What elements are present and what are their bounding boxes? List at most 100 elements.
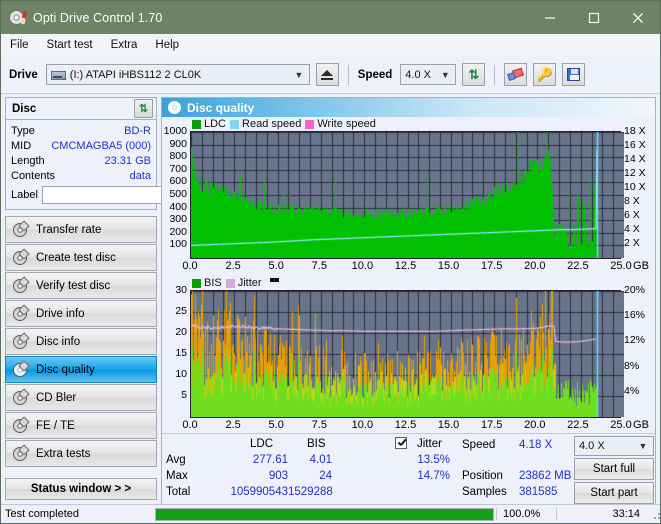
y2-tick-label: 18 X <box>624 125 646 137</box>
window-title: Opti Drive Control 1.70 <box>33 10 163 25</box>
y-tick-label: 5 <box>181 389 187 401</box>
disc-refresh-button[interactable]: ⇅ <box>134 99 153 118</box>
start-full-button[interactable]: Start full <box>574 458 654 480</box>
x-tick-label: 17.5 <box>480 260 503 272</box>
disc-icon <box>168 101 181 114</box>
legend-label: Write speed <box>317 118 376 130</box>
disc-icon <box>13 334 27 349</box>
disc-row-value: data <box>129 169 151 182</box>
top-chart-y-axis: 100 200 300 400 500 600 700 800 900 1000 <box>162 125 190 259</box>
bottom-chart-legend: BIS Jitter <box>162 276 655 290</box>
disc-icon <box>13 278 27 293</box>
x-tick-label: 22.5 <box>567 419 589 431</box>
x-tick-label: 20.0 <box>524 260 546 272</box>
disc-icon <box>13 390 27 405</box>
x-tick-label: 0.0 <box>182 419 198 431</box>
x-tick-label: 5.0 <box>268 260 284 272</box>
key-button[interactable]: 🔑 <box>533 63 557 86</box>
chevron-down-icon: ▼ <box>440 69 450 80</box>
save-button[interactable] <box>562 63 586 86</box>
sidebar-item-disc-info[interactable]: Disc info <box>5 328 157 355</box>
x-tick-label: 2.5 <box>225 260 241 272</box>
x-tick-label: 7.5 <box>311 419 327 431</box>
disc-icon <box>13 418 27 433</box>
disc-info-rows: Type BD-R MID CMCMAGBA5 (000) Length 23.… <box>6 120 245 209</box>
disc-label-row: Label <box>11 185 245 205</box>
bottom-chart-x-axis: 0.0 2.5 5.0 7.5 10.0 12.5 15.0 17.5 20.0 22.5 25.0… <box>162 418 655 433</box>
x-tick-label: 12.5 <box>394 419 417 431</box>
disc-panel-title: Disc <box>12 102 37 115</box>
legend-item-jitter: Jitter <box>225 277 262 289</box>
x-tick-label: 10.0 <box>351 419 374 431</box>
x-axis-unit: GB <box>633 260 649 272</box>
bottom-chart: BIS Jitter 5 10 15 20 25 30 4% 8% 12% 16% 20% 0.0… <box>162 276 655 433</box>
toolbar-divider-1 <box>347 64 349 85</box>
status-window-button[interactable]: Status window > > <box>5 478 157 500</box>
drive-select-value: (I:) ATAPI iHBS112 2 CL0K <box>69 68 202 81</box>
menu-file[interactable]: File <box>10 37 39 53</box>
y-tick-label: 1000 <box>163 125 187 137</box>
y2-tick-label: 4% <box>624 384 640 397</box>
x-tick-label: 15.0 <box>437 260 460 272</box>
disc-row-value: CMCMAGBA5 (000) <box>51 139 151 152</box>
y-tick-label: 400 <box>169 200 187 213</box>
menu-start-test[interactable]: Start test <box>47 37 103 53</box>
resize-grip-icon[interactable] <box>648 507 660 521</box>
minimize-icon[interactable] <box>528 1 572 34</box>
disc-icon <box>13 362 27 377</box>
menu-help[interactable]: Help <box>155 37 189 53</box>
start-part-button[interactable]: Start part <box>574 482 654 504</box>
sidebar-item-fe-te[interactable]: FE / TE <box>5 412 157 439</box>
close-icon[interactable] <box>616 1 660 34</box>
sidebar-item-label: FE / TE <box>36 419 75 432</box>
stats-col-jitter: Jitter <box>417 438 442 450</box>
y2-tick-label: 14 X <box>624 153 646 165</box>
legend-swatch <box>192 119 201 129</box>
test-speed-select[interactable]: 4.0 X ▼ <box>574 436 654 456</box>
maximize-icon[interactable] <box>572 1 616 34</box>
chevron-down-icon: ▼ <box>638 441 648 451</box>
y-tick-label: 300 <box>169 213 187 226</box>
speed-select[interactable]: 4.0 X ▼ <box>400 64 457 85</box>
stats-avg-ldc: 277.61 <box>252 454 288 466</box>
y-tick-label: 500 <box>169 188 187 200</box>
status-message: Test completed <box>5 508 79 520</box>
legend-item-ldc: LDC <box>192 118 226 130</box>
stats-col-ldc: LDC <box>250 438 274 450</box>
jitter-checkbox[interactable] <box>395 437 407 450</box>
stats-samples-key: Samples <box>462 486 507 498</box>
erase-button[interactable] <box>504 63 528 86</box>
drive-select[interactable]: (I:) ATAPI iHBS112 2 CL0K ▼ <box>45 64 310 85</box>
x-axis-unit: GB <box>633 419 649 431</box>
top-chart: LDC Read speed Write speed 100 200 300 400 5… <box>162 117 655 274</box>
menu-extra[interactable]: Extra <box>111 37 148 53</box>
menu-bar: File Start test Extra Help <box>1 34 660 56</box>
disc-row-contents: Contents data <box>11 168 151 183</box>
sidebar-item-cd-bler[interactable]: CD Bler <box>5 384 157 411</box>
stats-max-ldc: 903 <box>268 470 288 482</box>
sidebar-item-disc-quality[interactable]: Disc quality <box>5 356 157 383</box>
y-tick-label: 20 <box>175 326 187 338</box>
y2-tick-label: 4 X <box>624 223 640 235</box>
bottom-plot-area: 5 10 15 20 25 30 4% 8% 12% 16% 20% <box>162 284 655 418</box>
legend-label: BIS <box>204 277 222 289</box>
top-plot-area: 100 200 300 400 500 600 700 800 900 1000 2 X 4 X 6 … <box>162 125 655 259</box>
sidebar-item-drive-info[interactable]: Drive info <box>5 300 157 327</box>
progress-bar <box>155 507 494 521</box>
sidebar-item-verify-test-disc[interactable]: Verify test disc <box>5 272 157 299</box>
disc-info-panel: Disc ⇅ Type BD-R MID CMCMAGBA5 (000) Len… <box>5 97 245 210</box>
disc-panel-header: Disc ⇅ <box>6 98 156 120</box>
eject-button[interactable] <box>315 63 339 86</box>
legend-swatch <box>192 278 201 288</box>
legend-label: LDC <box>204 118 227 130</box>
disc-icon <box>13 222 27 237</box>
sidebar-item-extra-tests[interactable]: Extra tests <box>5 440 157 467</box>
sidebar-item-create-test-disc[interactable]: Create test disc <box>5 244 157 271</box>
top-chart-x-axis: 0.0 2.5 5.0 7.5 10.0 12.5 15.0 17.5 20.0 22.5 25.0… <box>162 259 655 274</box>
sidebar-item-transfer-rate[interactable]: Transfer rate <box>5 216 157 243</box>
y2-tick-label: 8 X <box>624 195 640 207</box>
legend-item-bis: BIS <box>192 277 222 289</box>
legend-swatch <box>230 119 240 129</box>
refresh-button[interactable]: ⇅ <box>462 63 486 86</box>
y2-tick-label: 16% <box>624 309 646 322</box>
